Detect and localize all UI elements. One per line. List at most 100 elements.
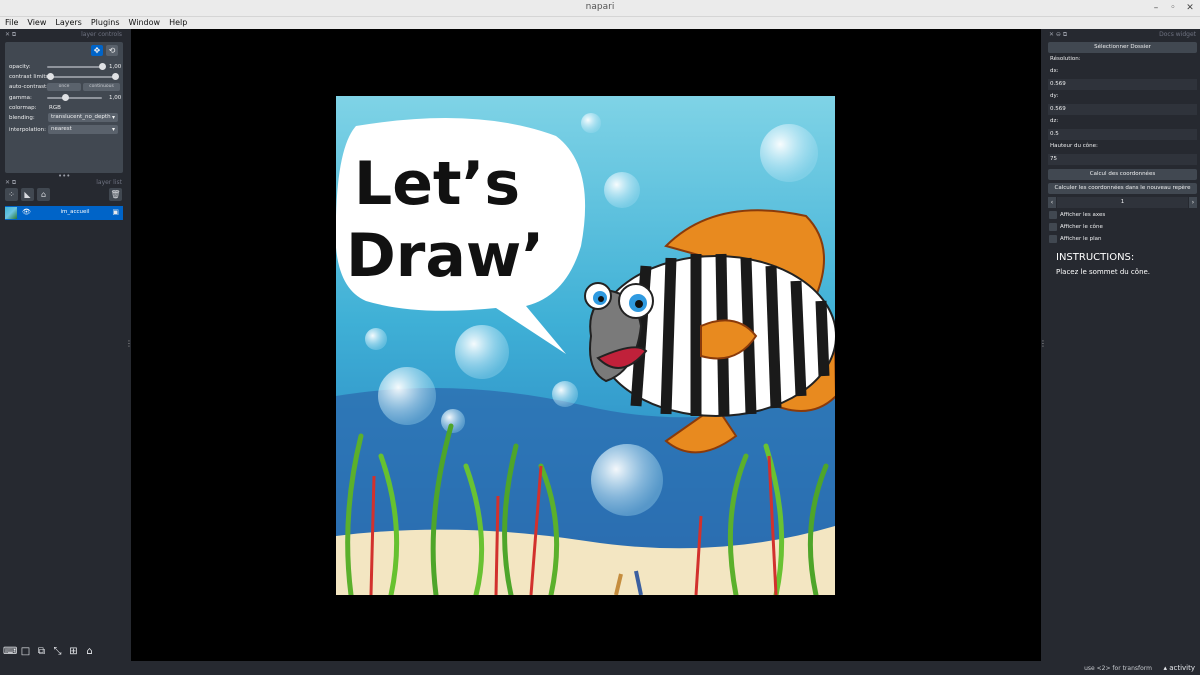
console-icon[interactable]: ⌨ bbox=[3, 645, 17, 658]
bubble bbox=[760, 124, 818, 182]
menu-file[interactable]: File bbox=[0, 17, 22, 29]
new-points-layer-icon[interactable]: ⁘ bbox=[5, 188, 18, 201]
bubble bbox=[591, 444, 663, 516]
chevron-down-icon: ▾ bbox=[111, 126, 115, 133]
cone-height-label: Hauteur du cône: bbox=[1050, 143, 1098, 149]
activity-button[interactable]: ▴ activity bbox=[1163, 664, 1195, 672]
autocontrast-label: auto-contrast: bbox=[9, 84, 49, 90]
left-splitter-icon[interactable]: ⋮ bbox=[125, 339, 133, 348]
window-title: napari bbox=[585, 2, 615, 12]
layer-buttons: ⁘ ◣ ⌂ 🗑 bbox=[5, 188, 123, 202]
home-icon[interactable]: ⌂ bbox=[83, 645, 96, 658]
instructions-title: INSTRUCTIONS: bbox=[1056, 252, 1135, 263]
blending-select[interactable]: translucent_no_depth ▾ bbox=[48, 113, 118, 122]
maximize-icon[interactable]: ◦ bbox=[1167, 2, 1179, 14]
interpolation-select[interactable]: nearest ▾ bbox=[48, 125, 118, 134]
transform-icon[interactable]: ⟲ bbox=[106, 45, 118, 56]
spinbox-value[interactable]: 1 bbox=[1057, 197, 1188, 208]
layer-controls-header: ✕ ⧉ layer controls bbox=[5, 31, 125, 40]
layer-name[interactable]: im_accueil bbox=[45, 209, 105, 215]
gamma-label: gamma: bbox=[9, 95, 32, 101]
cone-height-input[interactable]: 75 bbox=[1048, 154, 1197, 165]
gamma-slider-handle[interactable] bbox=[61, 94, 69, 101]
blending-value: translucent_no_depth bbox=[51, 114, 111, 120]
interpolation-label: interpolation: bbox=[9, 127, 46, 133]
status-text: use <2> for transform bbox=[1084, 665, 1152, 672]
layer-thumbnail bbox=[5, 207, 17, 219]
viewer-canvas[interactable]: ⋮ ⋮ Let’s Draw’ bbox=[125, 29, 1047, 661]
gamma-value: 1,00 bbox=[109, 95, 122, 101]
frame-spinbox: ‹ 1 › bbox=[1048, 197, 1197, 208]
gamma-slider[interactable] bbox=[47, 97, 102, 99]
pan-zoom-icon[interactable]: ✥ bbox=[91, 45, 103, 56]
checkbox-label: Afficher le plan bbox=[1060, 236, 1102, 242]
chevron-left-icon[interactable]: ‹ bbox=[1048, 197, 1056, 208]
ndisplay-icon[interactable]: □ bbox=[19, 645, 32, 658]
layer-list: 👁 im_accueil ▣ bbox=[5, 206, 123, 631]
checkbox-box[interactable] bbox=[1049, 223, 1057, 231]
interpolation-value: nearest bbox=[51, 126, 72, 132]
artwork-svg: Let’s Draw’ bbox=[336, 96, 835, 595]
dock-widget-title: Docs widget bbox=[1159, 31, 1196, 38]
instructions-text: Placez le sommet du cône. bbox=[1056, 268, 1151, 276]
layer-list-header: ✕ ⧉ layer list bbox=[5, 179, 125, 188]
menu-layers[interactable]: Layers bbox=[50, 17, 85, 29]
status-bar: use <2> for transform ▴ activity bbox=[0, 661, 1200, 675]
checkbox-label: Afficher les axes bbox=[1060, 212, 1106, 218]
image-layer-display: Let’s Draw’ bbox=[336, 96, 835, 595]
contrast-min-handle[interactable] bbox=[47, 73, 54, 80]
opacity-slider[interactable] bbox=[47, 66, 102, 68]
delete-layer-icon[interactable]: 🗑 bbox=[109, 188, 122, 201]
dock-float-icon[interactable]: ✕ ⧉ bbox=[5, 31, 16, 39]
autocontrast-once-button[interactable]: once bbox=[47, 83, 81, 91]
compute-coordinates-button[interactable]: Calcul des coordonnées bbox=[1048, 169, 1197, 180]
right-dock-widget: ✕ ⊖ ⧉ Docs widget Sélectionner Dossier R… bbox=[1045, 29, 1200, 661]
compute-new-frame-button[interactable]: Calculer les coordonnées dans le nouveau… bbox=[1048, 183, 1197, 194]
left-dock: ✕ ⧉ layer controls ✥ ⟲ opacity: 1,00 con… bbox=[0, 29, 131, 675]
activity-label: activity bbox=[1169, 664, 1195, 672]
checkbox-box[interactable] bbox=[1049, 235, 1057, 243]
menu-help[interactable]: Help bbox=[164, 17, 191, 29]
contrast-limits-slider[interactable] bbox=[51, 76, 116, 78]
chevron-right-icon[interactable]: › bbox=[1189, 197, 1197, 208]
visibility-eye-icon[interactable]: 👁 bbox=[22, 208, 31, 216]
layer-controls-panel: ✥ ⟲ opacity: 1,00 contrast limits: auto-… bbox=[5, 42, 123, 173]
menu-view[interactable]: View bbox=[22, 17, 50, 29]
grid-view-icon[interactable]: ⊞ bbox=[67, 645, 80, 658]
blending-label: blending: bbox=[9, 115, 35, 121]
colormap-label: colormap: bbox=[9, 105, 37, 111]
chevron-down-icon: ▾ bbox=[111, 114, 115, 121]
menu-plugins[interactable]: Plugins bbox=[86, 17, 124, 29]
dock-widget-controls[interactable]: ✕ ⊖ ⧉ bbox=[1049, 31, 1067, 39]
minimize-icon[interactable]: – bbox=[1150, 2, 1162, 14]
autocontrast-continuous-button[interactable]: continuous bbox=[83, 83, 120, 91]
transpose-icon[interactable]: ⤡ bbox=[51, 645, 64, 658]
opacity-label: opacity: bbox=[9, 64, 31, 70]
roll-dims-icon[interactable]: ⧉ bbox=[35, 645, 48, 658]
dy-input[interactable]: 0.569 bbox=[1048, 104, 1197, 115]
dx-label: dx: bbox=[1050, 68, 1059, 74]
contrast-max-handle[interactable] bbox=[112, 73, 119, 80]
menu-window[interactable]: Window bbox=[124, 17, 165, 29]
bubble bbox=[455, 325, 509, 379]
layer-row[interactable]: 👁 im_accueil ▣ bbox=[5, 206, 123, 220]
new-labels-layer-icon[interactable]: ⌂ bbox=[37, 188, 50, 201]
checkbox-box[interactable] bbox=[1049, 211, 1057, 219]
opacity-slider-handle[interactable] bbox=[98, 63, 106, 70]
dz-input[interactable]: 0.5 bbox=[1048, 129, 1197, 140]
image-layer-icon: ▣ bbox=[112, 208, 119, 216]
speech-text-line2: Draw’ bbox=[346, 221, 544, 291]
resolution-label: Résolution: bbox=[1050, 56, 1081, 62]
bubble bbox=[581, 113, 601, 133]
close-icon[interactable]: ✕ bbox=[1184, 2, 1196, 14]
dock-float-icon[interactable]: ✕ ⧉ bbox=[5, 179, 16, 187]
speech-text-line1: Let’s bbox=[354, 149, 520, 219]
select-folder-button[interactable]: Sélectionner Dossier bbox=[1048, 42, 1197, 53]
colormap-value: RGB bbox=[49, 105, 61, 111]
bubble bbox=[378, 367, 436, 425]
viewer-buttons: ⌨ □ ⧉ ⤡ ⊞ ⌂ bbox=[3, 645, 96, 661]
dx-input[interactable]: 0.569 bbox=[1048, 79, 1197, 90]
new-shapes-layer-icon[interactable]: ◣ bbox=[21, 188, 34, 201]
contrast-limits-label: contrast limits: bbox=[9, 74, 51, 80]
menu-bar: File View Layers Plugins Window Help bbox=[0, 17, 1200, 29]
